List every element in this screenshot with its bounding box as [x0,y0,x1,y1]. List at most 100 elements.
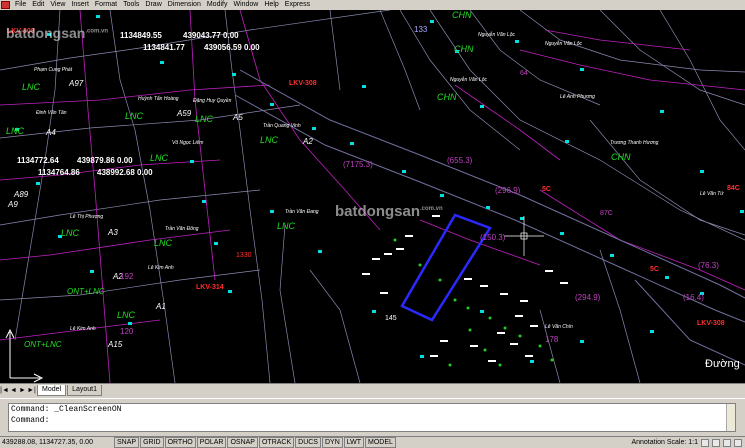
land-type-label: LNC [6,126,25,136]
coord-label: 439879.86 0.00 [77,156,133,165]
coord-label: 1134849.55 [120,31,162,40]
map-number: 1330 [236,252,252,259]
auto-scale-icon[interactable] [712,438,720,447]
watermark-logo-center: batdongsan.com.vn [335,203,443,220]
owner-label: Đặng Huy Quyền [193,98,232,104]
coord-label: 438992.68 0.00 [97,168,153,177]
coord-label: 1134764.86 [38,168,80,177]
menu-edit[interactable]: Edit [29,0,47,10]
tab-model[interactable]: Model [37,384,67,396]
command-prompt[interactable]: Command: [9,415,735,426]
lwt-toggle[interactable]: LWT [343,437,365,448]
land-type-label: CHN [437,92,457,102]
menu-modify[interactable]: Modify [204,0,231,10]
status-bar: 439288.08, 1134727.35, 0.00 SNAP GRID OR… [0,436,745,448]
owner-label: Nguyễn Văn Lộc [545,41,582,47]
watermark-logo-top: batdongsan.com.vn [6,25,109,41]
land-type-label: LNC [154,238,173,248]
road-label: LKV-308 [697,320,725,327]
land-type-label: CHN [452,10,472,20]
road-label: LKV-308 [289,80,317,87]
land-type-label: ONT+LNC [24,340,62,349]
annotation-scale[interactable]: Annotation Scale: 1:1 [631,439,701,446]
land-type-label: CHN [454,44,474,54]
next-tab-button[interactable]: ► [18,386,27,395]
owner-label: Trần Quang Vinh [263,123,301,129]
autocad-app-icon[interactable] [1,1,10,9]
menu-insert[interactable]: Insert [68,0,92,10]
area-label: (7175.3) [343,160,373,169]
land-type-label: CHN [611,152,631,162]
menu-file[interactable]: File [12,0,29,10]
owner-label: Lê Văn Tứ [700,191,724,197]
map-number: 145 [385,315,397,322]
area-label: (16.4) [683,293,704,302]
coord-label: 1134772.64 [17,156,59,165]
area-label: (76.3) [698,261,719,270]
menu-express[interactable]: Express [282,0,313,10]
map-number: 133 [414,25,428,34]
owner-label: Nguyễn Văn Lộc [478,32,515,38]
map-number: 64 [520,70,528,77]
menu-help[interactable]: Help [261,0,281,10]
command-history[interactable]: Command: _CleanScreenON Command: [8,403,736,432]
menu-window[interactable]: Window [230,0,261,10]
map-number: 178 [545,335,559,344]
annotation-visibility-icon[interactable] [701,438,709,447]
owner-label: Lê Kim Anh [70,326,96,332]
owner-label: Lê Anh Phương [560,94,595,100]
map-number: 84C [727,185,740,192]
parcel-code: A2 [303,137,313,146]
menu-tools[interactable]: Tools [120,0,142,10]
owner-label: Lê Thị Phượng [70,214,104,220]
menu-draw[interactable]: Draw [142,0,164,10]
land-type-label: LNC [195,114,214,124]
map-number: 120 [120,327,134,336]
owner-label: Trần Văn Đông [165,226,199,232]
tab-layout1[interactable]: Layout1 [67,384,102,396]
clean-screen-icon[interactable] [734,438,742,447]
last-tab-button[interactable]: ►| [27,386,36,395]
snap-toggle[interactable]: SNAP [114,437,140,448]
coord-label: 439043.77 0.00 [183,31,239,40]
selected-parcel-outline [400,213,492,322]
command-line-1: Command: _CleanScreenON [11,405,122,414]
map-number: 5C [650,266,659,273]
parcel-code: A1 [156,302,166,311]
coord-label: 439056.59 0.00 [204,43,260,52]
land-type-label: LNC [22,82,41,92]
ducs-toggle[interactable]: DUCS [295,437,321,448]
owner-label: Lê Kim Anh [148,265,174,271]
ortho-toggle[interactable]: ORTHO [164,437,196,448]
owner-label: Võ Ngọc Liêm [172,140,204,146]
osnap-toggle[interactable]: OSNAP [227,437,258,448]
command-window: Command: _CleanScreenON Command: [0,398,745,436]
grid-toggle[interactable]: GRID [140,437,164,448]
menu-view[interactable]: View [47,0,68,10]
area-label: (655.3) [447,156,473,165]
land-type-label: LNC [150,153,169,163]
model-toggle[interactable]: MODEL [365,437,396,448]
tray-settings-icon[interactable] [723,438,731,447]
land-type-label: LNC [117,310,136,320]
owner-label: Huỳnh Tấn Hoàng [138,96,179,102]
parcel-code: A4 [46,128,56,137]
parcel-code: A3 [108,228,118,237]
drawing-canvas[interactable]: 1134849.55 439043.77 0.00 1134841.77 439… [0,10,745,383]
map-number: 192 [120,272,134,281]
first-tab-button[interactable]: |◄ [0,386,9,395]
owner-label: Phạm Cung Phát [34,67,73,73]
menu-dimension[interactable]: Dimension [165,0,204,10]
land-type-label: ONT+LNC [67,287,105,296]
parcel-code: A89 [14,190,29,199]
parcel-code: A97 [69,79,84,88]
command-scrollbar[interactable] [726,404,735,431]
cursor-coordinates[interactable]: 439288.08, 1134727.35, 0.00 [0,439,114,446]
prev-tab-button[interactable]: ◄ [9,386,18,395]
menu-format[interactable]: Format [92,0,120,10]
polar-toggle[interactable]: POLAR [196,437,227,448]
otrack-toggle[interactable]: OTRACK [258,437,295,448]
area-label: (296.9) [495,186,521,195]
area-label: (294.9) [575,293,601,302]
dyn-toggle[interactable]: DYN [321,437,343,448]
